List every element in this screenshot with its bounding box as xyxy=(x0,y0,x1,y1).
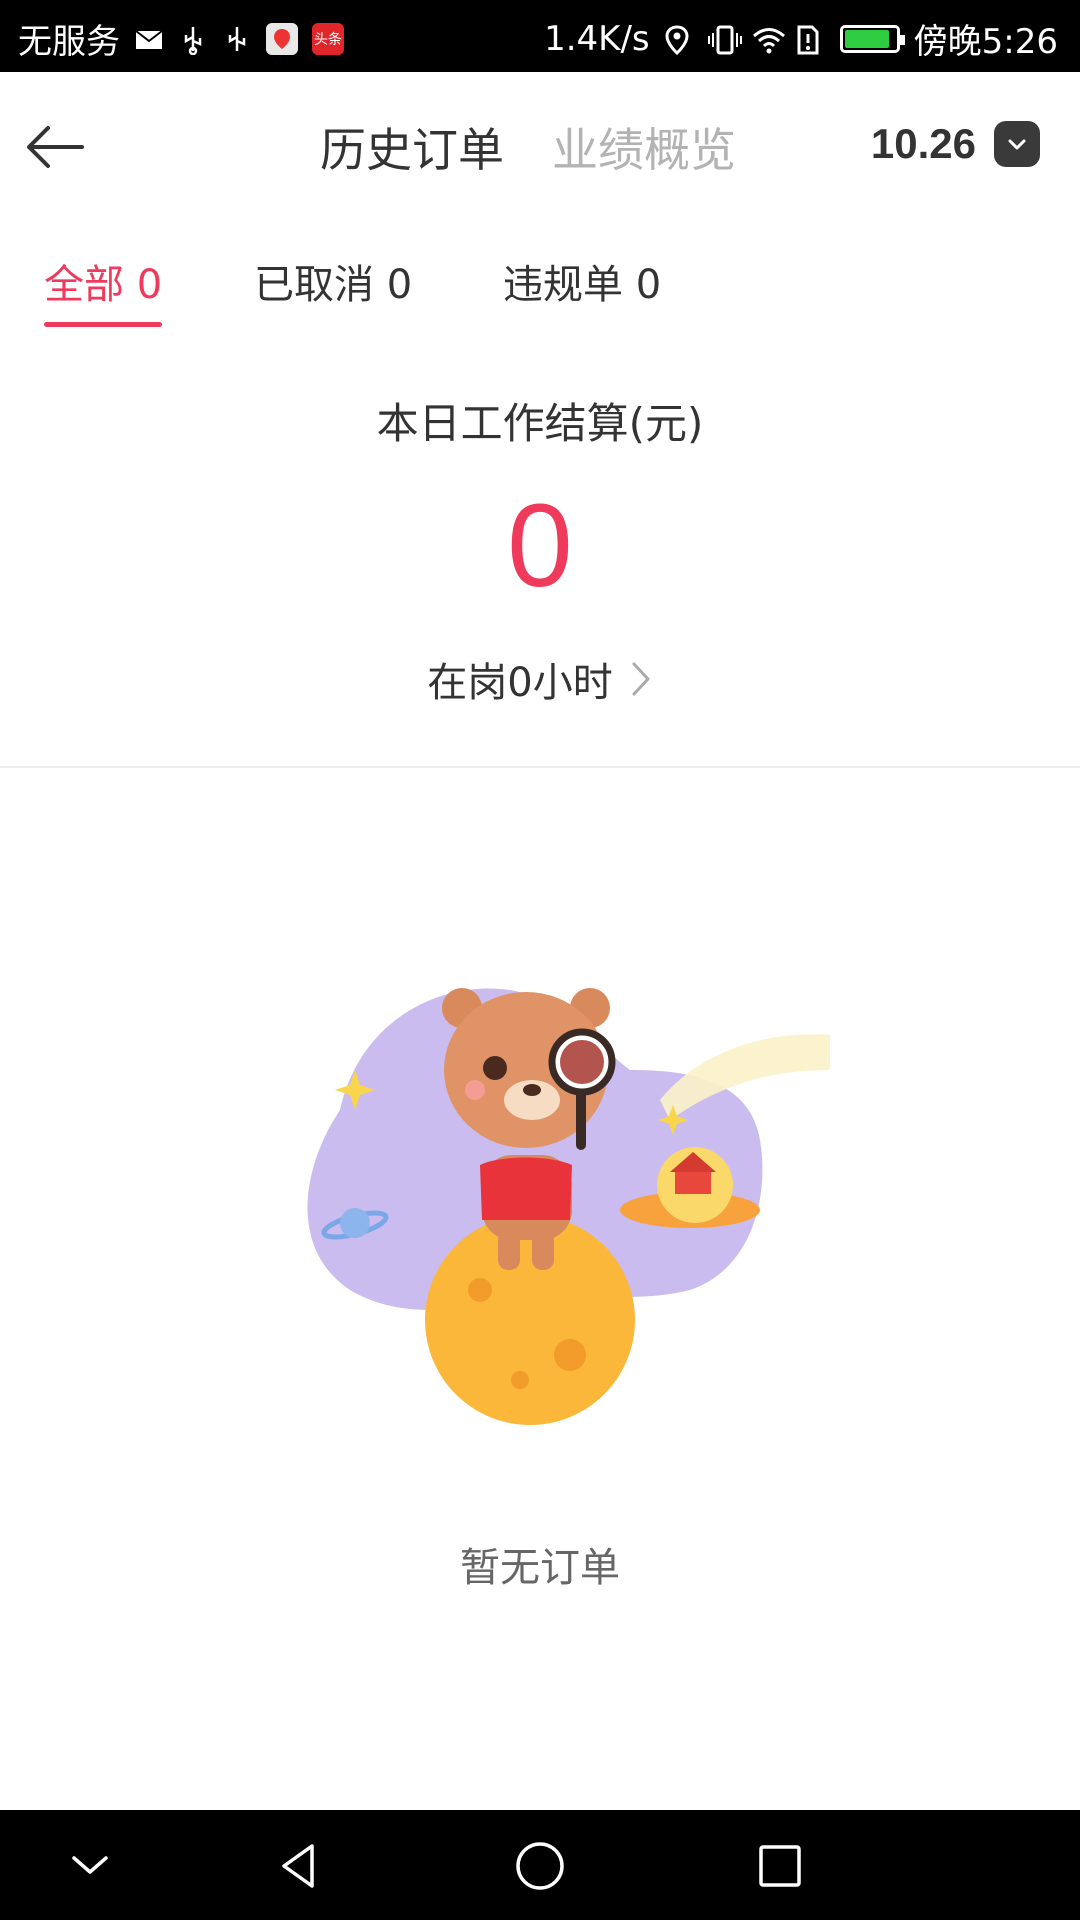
tab-history-orders[interactable]: 历史订单 xyxy=(320,114,504,180)
filter-tabs: 全部 0 已取消 0 违规单 0 xyxy=(0,240,1080,330)
chevron-right-icon xyxy=(632,662,650,696)
on-duty-link[interactable]: 在岗0小时 xyxy=(0,650,1080,708)
clock-text: 傍晚5:26 xyxy=(913,22,1058,62)
chevron-down-icon xyxy=(994,121,1040,167)
filter-tab-all[interactable]: 全部 0 xyxy=(44,252,162,310)
status-left: 无服务 头条 xyxy=(18,14,344,63)
chevron-down-icon xyxy=(72,1856,108,1874)
status-bar: 无服务 头条 1.4K/s 傍晚5:26 xyxy=(0,0,1080,72)
network-speed: 1.4K/s xyxy=(544,18,650,59)
battery-icon xyxy=(839,24,905,53)
usb-icon-2 xyxy=(222,24,252,54)
square-recents-icon xyxy=(759,1845,801,1887)
system-nav-bar xyxy=(0,1810,1080,1920)
toutiao-label: 头条 xyxy=(314,31,342,48)
empty-state-text: 暂无订单 xyxy=(460,1545,620,1591)
active-tab-indicator xyxy=(44,322,162,327)
vibrate-icon xyxy=(707,24,742,54)
date-text: 10.26 xyxy=(870,120,976,167)
location-icon xyxy=(664,24,694,55)
sim-alert-icon xyxy=(796,24,826,54)
usb-icon xyxy=(178,24,208,55)
nav-home-button[interactable] xyxy=(512,1838,568,1894)
on-duty-text: 在岗0小时 xyxy=(427,660,613,706)
title-tabs: 历史订单 业绩概览 xyxy=(320,114,736,180)
circle-home-icon xyxy=(516,1842,564,1890)
wifi-icon xyxy=(752,24,785,54)
back-button[interactable] xyxy=(20,112,90,182)
map-app-icon xyxy=(266,22,298,55)
status-right: 1.4K/s 傍晚5:26 xyxy=(544,14,1058,63)
carrier-text: 无服务 xyxy=(18,22,120,62)
empty-state-illustration xyxy=(270,960,830,1440)
header: 历史订单 业绩概览 10.26 xyxy=(0,72,1080,222)
nav-recents-button[interactable] xyxy=(752,1838,808,1894)
back-arrow-icon xyxy=(27,126,84,168)
summary-label: 本日工作结算(元) xyxy=(376,399,704,448)
divider xyxy=(0,766,1080,768)
summary-value: 0 xyxy=(507,480,573,612)
nav-collapse-button[interactable] xyxy=(62,1838,118,1894)
triangle-back-icon xyxy=(282,1844,314,1888)
nav-back-button[interactable] xyxy=(272,1838,328,1894)
mail-icon xyxy=(134,24,164,54)
tab-performance-overview[interactable]: 业绩概览 xyxy=(552,114,736,180)
filter-tab-violations[interactable]: 违规单 0 xyxy=(503,252,661,310)
toutiao-app-icon: 头条 xyxy=(312,22,344,55)
filter-tab-cancelled[interactable]: 已取消 0 xyxy=(254,252,412,310)
date-picker[interactable]: 10.26 xyxy=(871,120,1040,168)
